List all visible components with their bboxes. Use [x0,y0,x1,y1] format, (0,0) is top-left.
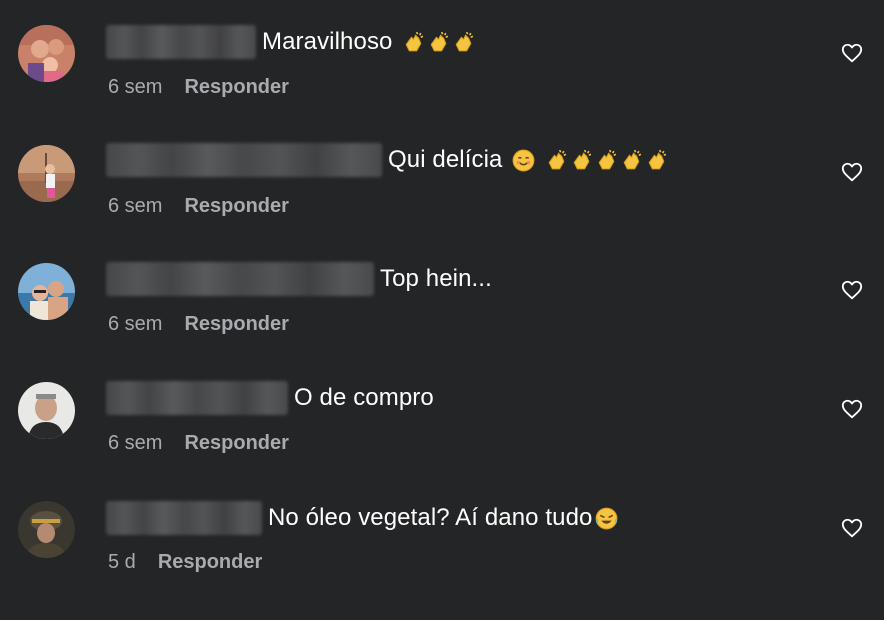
comment-item: O de compro 6 sem Responder [0,355,884,465]
blurred-username[interactable] [106,143,382,177]
blurred-username[interactable] [106,262,374,296]
clapping-hands-icon [430,31,448,51]
clapping-hands-icon [548,149,566,169]
heart-outline-icon [841,162,863,182]
comment-list: Maravilhoso 6 sem Responder Qui delícia … [0,0,884,620]
avatar[interactable] [18,382,75,439]
heart-outline-icon [841,518,863,538]
comment-text: Top hein... [380,265,492,292]
reply-button[interactable]: Responder [184,76,288,99]
avatar[interactable] [18,263,75,320]
timestamp[interactable]: 6 sem [108,432,162,455]
avatar[interactable] [18,25,75,82]
comment-item: No óleo vegetal? Aí dano tudo 5 d Respon… [0,473,884,583]
reply-button[interactable]: Responder [184,195,288,218]
clapping-hands-icon [598,149,616,169]
heart-outline-icon [841,399,863,419]
tears-of-joy-face-icon [595,507,617,529]
like-button[interactable] [841,398,863,420]
comment-line: O de compro [106,378,434,418]
comment-meta: 5 d Responder [108,549,262,575]
avatar[interactable] [18,501,75,558]
comment-line: Top hein... [106,259,492,299]
smiling-face-icon [512,149,534,171]
timestamp[interactable]: 6 sem [108,313,162,336]
comment-item: Top hein... 6 sem Responder [0,237,884,347]
avatar-image [18,145,75,202]
avatar-image [18,501,75,558]
comment-line: Maravilhoso [106,22,476,62]
clapping-hands-icon [405,31,423,51]
comment-text: O de compro [294,384,434,411]
clapping-hands-icon [455,31,473,51]
comment-line: No óleo vegetal? Aí dano tudo [106,498,619,538]
like-button[interactable] [841,279,863,301]
timestamp[interactable]: 6 sem [108,76,162,99]
comment-text: Qui delícia [388,146,503,173]
avatar-image [18,382,75,439]
comment-line: Qui delícia [106,140,669,180]
heart-outline-icon [841,43,863,63]
comment-item: Maravilhoso 6 sem Responder [0,0,884,110]
avatar[interactable] [18,145,75,202]
like-button[interactable] [841,42,863,64]
comment-item: Qui delícia 6 sem Responder [0,118,884,228]
comment-meta: 6 sem Responder [108,311,289,337]
comment-text: No óleo vegetal? Aí dano tudo [268,504,593,531]
blurred-username[interactable] [106,501,262,535]
reply-button[interactable]: Responder [184,432,288,455]
emoji-row [511,148,669,173]
heart-outline-icon [841,280,863,300]
reply-button[interactable]: Responder [184,313,288,336]
comment-meta: 6 sem Responder [108,193,289,219]
blurred-username[interactable] [106,381,288,415]
clapping-hands-icon [573,149,591,169]
avatar-image [18,263,75,320]
timestamp[interactable]: 6 sem [108,195,162,218]
comment-meta: 6 sem Responder [108,430,289,456]
like-button[interactable] [841,517,863,539]
clapping-hands-icon [648,149,666,169]
avatar-image [18,25,75,82]
comment-text: Maravilhoso [262,28,393,55]
clapping-hands-icon [623,149,641,169]
emoji-row [401,30,476,55]
comment-meta: 6 sem Responder [108,74,289,100]
reply-button[interactable]: Responder [158,551,262,574]
timestamp[interactable]: 5 d [108,551,136,574]
blurred-username[interactable] [106,25,256,59]
like-button[interactable] [841,161,863,183]
